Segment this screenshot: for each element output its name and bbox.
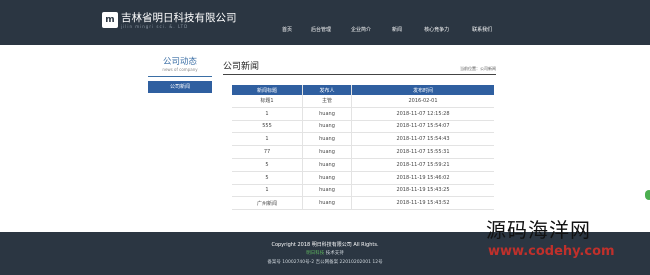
nav-news[interactable]: 新闻: [392, 0, 402, 45]
logo-mark: m: [102, 12, 118, 28]
page-title: 公司新闻: [223, 62, 260, 72]
cell-author: huang: [302, 120, 352, 134]
table-row[interactable]: 广州新闻 huang 2018-11-19 15:43:52: [232, 196, 494, 211]
column-header-title: 新闻标题: [232, 85, 303, 95]
nav-about[interactable]: 企业简介: [351, 0, 371, 45]
sidebar-item-company-news[interactable]: 公司新闻: [148, 81, 212, 93]
cell-author: huang: [302, 184, 352, 198]
cell-title: 1: [232, 107, 303, 121]
footer-support-text: 技术支持: [324, 251, 344, 256]
cell-author: huang: [302, 132, 352, 147]
table-row[interactable]: 77 huang 2018-11-07 15:55:31: [232, 145, 494, 159]
cell-time: 2018-11-07 12:15:28: [351, 107, 494, 121]
cell-title: 5: [232, 158, 303, 172]
cell-author: huang: [302, 145, 352, 159]
cell-title: 广州新闻: [232, 196, 303, 211]
cell-title: 555: [232, 120, 303, 134]
cell-author: huang: [302, 196, 352, 211]
cell-author: huang: [302, 158, 352, 172]
table-row[interactable]: 1 huang 2018-11-19 15:43:25: [232, 184, 494, 198]
table-row[interactable]: 1 huang 2018-11-07 15:54:43: [232, 132, 494, 147]
breadcrumb: 当前位置：公司新闻: [460, 66, 496, 71]
cell-time: 2018-11-07 15:59:21: [351, 158, 494, 172]
cell-time: 2018-11-07 15:54:43: [351, 132, 494, 147]
sidebar-subtitle: news of company: [162, 67, 198, 72]
cell-title: 1: [232, 184, 303, 198]
cell-title: 5: [232, 171, 303, 185]
cell-title: 1: [232, 132, 303, 147]
side-float-button[interactable]: [645, 190, 650, 200]
cell-time: 2018-11-19 15:43:25: [351, 184, 494, 198]
watermark-text: 源码海洋网: [486, 218, 591, 242]
footer-support-brand[interactable]: 明日科技: [306, 251, 324, 256]
table-row[interactable]: 5 huang 2018-11-07 15:59:21: [232, 158, 494, 172]
cell-time: 2018-11-19 15:46:02: [351, 171, 494, 185]
main-header: 公司新闻 当前位置：公司新闻: [223, 59, 496, 75]
sidebar-divider: [148, 76, 212, 77]
cell-time: 2018-11-19 15:43:52: [351, 196, 494, 211]
nav-home[interactable]: 首页: [282, 0, 292, 45]
nav-competence[interactable]: 核心竞争力: [424, 0, 449, 45]
watermark-url: www.codehy.com: [488, 244, 615, 259]
news-table: 新闻标题 发布人 发布时间 标题1 主管 2016-02-01 1 huang …: [232, 85, 494, 211]
column-header-time: 发布时间: [351, 85, 494, 95]
nav-admin[interactable]: 后台管理: [311, 0, 331, 45]
cell-author: huang: [302, 107, 352, 121]
cell-author: huang: [302, 171, 352, 185]
cell-title: 77: [232, 145, 303, 159]
top-navbar: m 吉林省明日科技有限公司 jilin mingri sci. &. LTD 首…: [0, 0, 650, 45]
sidebar-title: 公司动态: [162, 57, 197, 67]
table-row[interactable]: 标题1 主管 2016-02-01: [232, 95, 494, 108]
site-logo[interactable]: m 吉林省明日科技有限公司 jilin mingri sci. &. LTD: [102, 12, 237, 30]
cell-time: 2018-11-07 15:55:31: [351, 145, 494, 159]
main-content: 公司新闻 当前位置：公司新闻: [223, 59, 496, 75]
company-name-en: jilin mingri sci. &. LTD: [121, 24, 189, 29]
table-header-row: 新闻标题 发布人 发布时间: [232, 85, 494, 95]
sidebar: 公司动态 news of company 公司新闻: [148, 57, 212, 93]
table-row[interactable]: 5 huang 2018-11-19 15:46:02: [232, 171, 494, 185]
cell-title: 标题1: [232, 95, 303, 108]
company-name: 吉林省明日科技有限公司: [121, 12, 237, 24]
table-row[interactable]: 555 huang 2018-11-07 15:54:07: [232, 120, 494, 134]
logo-text: 吉林省明日科技有限公司 jilin mingri sci. &. LTD: [121, 12, 237, 30]
cell-author: 主管: [302, 95, 352, 108]
column-header-author: 发布人: [302, 85, 352, 95]
nav-contact[interactable]: 联系我们: [472, 0, 492, 45]
main-nav: 首页 后台管理 企业简介 新闻 核心竞争力 联系我们: [270, 0, 492, 45]
cell-time: 2018-11-07 15:54:07: [351, 120, 494, 134]
cell-time: 2016-02-01: [351, 95, 494, 108]
table-row[interactable]: 1 huang 2018-11-07 12:15:28: [232, 107, 494, 121]
